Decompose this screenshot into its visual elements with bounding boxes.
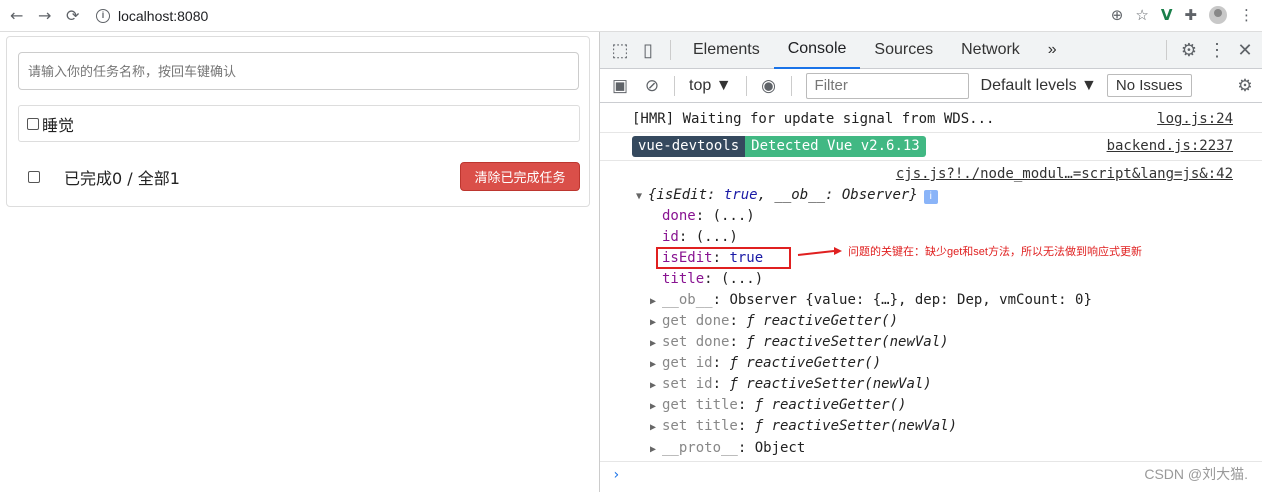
extensions-puzzle-icon[interactable]: ✚ — [1184, 6, 1197, 24]
profile-avatar[interactable] — [1209, 6, 1227, 24]
back-icon[interactable]: ← — [10, 6, 23, 25]
vue-extension-icon[interactable]: V — [1161, 6, 1173, 24]
console-message: vue-devtools Detected Vue v2.6.13 backend… — [600, 136, 1262, 157]
expand-arrow-icon[interactable]: ▶ — [650, 333, 662, 354]
clear-console-icon[interactable]: ⊘ — [636, 69, 668, 103]
filter-input[interactable]: Filter — [805, 72, 969, 99]
expand-arrow-icon[interactable]: ▶ — [650, 396, 662, 417]
console-output: [HMR] Waiting for update signal from WDS… — [600, 103, 1262, 492]
object-summary[interactable]: ▼ {isEdit: true, __ob__: Observer} i — [600, 185, 1262, 206]
object-property[interactable]: title: (...) — [600, 269, 1262, 290]
devtools-menu-icon[interactable]: ⋮ — [1203, 32, 1231, 69]
vue-devtools-badge: vue-devtools — [632, 136, 746, 157]
object-property[interactable]: ▶ set id: ƒ reactiveSetter(newVal) — [600, 374, 1262, 395]
source-link[interactable]: log.js:24 — [1157, 109, 1233, 130]
expand-arrow-icon[interactable]: ▶ — [650, 439, 662, 460]
todo-title: 睡觉 — [42, 115, 75, 135]
address-bar[interactable]: i localhost:8080 — [96, 4, 1096, 28]
log-levels-dropdown[interactable]: Default levels ▼ — [981, 77, 1097, 95]
console-message: [HMR] Waiting for update signal from WDS… — [600, 109, 1262, 130]
tab-elements[interactable]: Elements — [679, 32, 774, 69]
menu-kebab-icon[interactable]: ⋮ — [1239, 6, 1254, 24]
task-input[interactable] — [18, 52, 579, 90]
expand-arrow-icon[interactable]: ▶ — [650, 417, 662, 438]
highlight-box — [656, 247, 791, 269]
console-settings-gear-icon[interactable]: ⚙ — [1229, 69, 1261, 103]
info-icon[interactable]: i — [923, 190, 938, 204]
clear-done-button[interactable]: 清除已完成任务 — [460, 162, 580, 191]
object-property[interactable]: ▶ __ob__: Observer {value: {…}, dep: Dep,… — [600, 290, 1262, 311]
annotation-text: 问题的关键在：缺少get和set方法，所以无法做到响应式更新 — [848, 246, 1142, 258]
sidebar-toggle-icon[interactable]: ▣ — [604, 69, 636, 103]
device-toolbar-icon[interactable]: ▯ — [634, 32, 662, 69]
issues-button[interactable]: No Issues — [1106, 74, 1192, 97]
prompt-chevron-icon: › — [612, 467, 621, 483]
tab-console[interactable]: Console — [773, 32, 861, 69]
context-selector[interactable]: top ▼ — [689, 77, 732, 95]
object-property[interactable]: ▶ get done: ƒ reactiveGetter() — [600, 311, 1262, 332]
close-icon[interactable]: ✕ — [1231, 32, 1259, 69]
annotation-arrow-icon — [797, 247, 842, 256]
forward-icon[interactable]: → — [38, 6, 51, 25]
object-property[interactable]: ▶ get id: ƒ reactiveGetter() — [600, 353, 1262, 374]
expand-arrow-icon[interactable]: ▼ — [636, 186, 648, 207]
vue-detected-badge: Detected Vue v2.6.13 — [745, 136, 926, 157]
object-property[interactable]: ▶ get title: ƒ reactiveGetter() — [600, 395, 1262, 416]
more-tabs-icon[interactable]: » — [1034, 32, 1071, 69]
settings-gear-icon[interactable]: ⚙ — [1175, 32, 1203, 69]
bookmark-star-icon[interactable]: ☆ — [1135, 6, 1148, 24]
check-all-checkbox[interactable] — [28, 171, 40, 183]
source-link[interactable]: cjs.js?!./node_modul…=script&lang=js&:42 — [896, 164, 1233, 185]
browser-toolbar: ← → ⟳ i localhost:8080 ⊕ ☆ V ✚ ⋮ — [0, 0, 1262, 32]
expand-arrow-icon[interactable]: ▶ — [650, 354, 662, 375]
inspect-element-icon[interactable]: ⬚ — [606, 32, 634, 69]
object-property[interactable]: ▶ __proto__: Object — [600, 438, 1262, 459]
expand-arrow-icon[interactable]: ▶ — [650, 291, 662, 312]
object-property[interactable]: ▶ set done: ƒ reactiveSetter(newVal) — [600, 332, 1262, 353]
watermark: CSDN @刘大猫. — [1144, 466, 1248, 482]
todo-checkbox[interactable] — [27, 117, 39, 130]
todo-footer: 已完成0 / 全部1 清除已完成任务 — [18, 162, 580, 192]
reload-icon[interactable]: ⟳ — [66, 6, 79, 25]
completion-stat: 已完成0 / 全部1 — [64, 169, 180, 188]
object-property[interactable]: ▶ set title: ƒ reactiveSetter(newVal) — [600, 416, 1262, 437]
live-expression-eye-icon[interactable]: ◉ — [753, 69, 785, 103]
zoom-icon[interactable]: ⊕ — [1111, 6, 1124, 24]
devtools-tabbar: ⬚ ▯ Elements Console Sources Network » ⚙… — [600, 32, 1262, 69]
source-link[interactable]: backend.js:2237 — [1107, 136, 1233, 157]
todo-app: 睡觉 已完成0 / 全部1 清除已完成任务 — [6, 36, 590, 207]
expand-arrow-icon[interactable]: ▶ — [650, 375, 662, 396]
console-toolbar: ▣ ⊘ top ▼ ◉ Filter Default levels ▼ No I… — [600, 69, 1262, 103]
todo-item[interactable]: 睡觉 — [18, 105, 580, 142]
url-text: localhost:8080 — [118, 8, 209, 24]
site-info-icon[interactable]: i — [96, 9, 110, 23]
object-property[interactable]: done: (...) — [600, 206, 1262, 227]
tab-network[interactable]: Network — [947, 32, 1034, 69]
tab-sources[interactable]: Sources — [860, 32, 947, 69]
expand-arrow-icon[interactable]: ▶ — [650, 312, 662, 333]
console-message: cjs.js?!./node_modul…=script&lang=js&:42 — [600, 164, 1262, 185]
